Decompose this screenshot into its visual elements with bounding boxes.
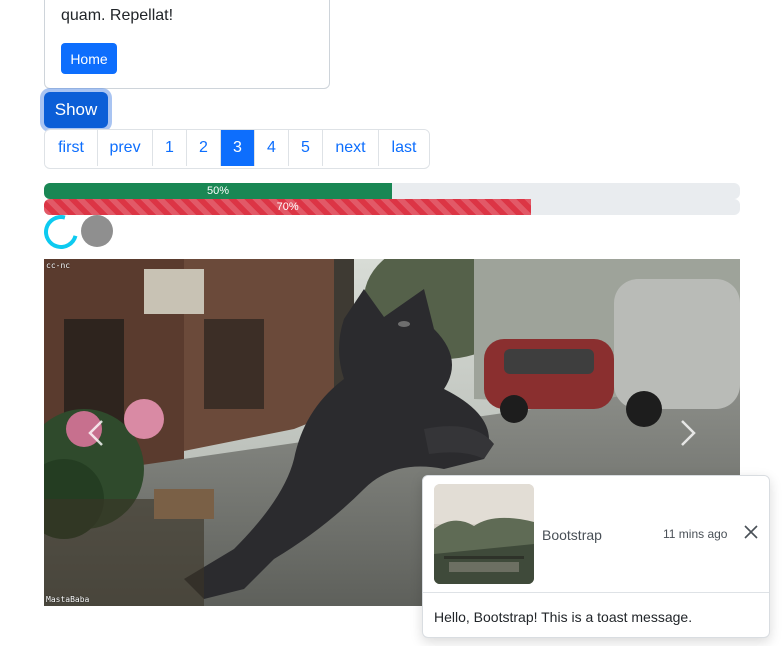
toast: Bootstrap 11 mins ago Hello, Bootstrap! … xyxy=(422,475,770,638)
home-button[interactable]: Home xyxy=(61,43,117,74)
page-1[interactable]: 1 xyxy=(153,130,187,166)
page-4[interactable]: 4 xyxy=(255,130,289,166)
page-3[interactable]: 3 xyxy=(221,130,255,166)
toast-header: Bootstrap 11 mins ago xyxy=(423,476,769,593)
pagination: first prev 1 2 3 4 5 next last xyxy=(44,129,430,169)
chevron-right-icon xyxy=(680,419,696,447)
toast-title: Bootstrap xyxy=(542,527,602,543)
close-icon xyxy=(743,524,759,545)
toast-close-button[interactable] xyxy=(739,522,763,546)
toast-time: 11 mins ago xyxy=(663,527,728,541)
progress-bar-danger: 70% xyxy=(44,199,532,215)
chevron-left-icon xyxy=(88,419,104,447)
progress-bar-success: 50% xyxy=(44,183,392,199)
watermark-top: cc-nc xyxy=(46,261,71,270)
progress-success: 50% xyxy=(44,183,740,199)
page-5[interactable]: 5 xyxy=(289,130,323,166)
card: quam. Repellat! Home xyxy=(44,0,330,89)
page-2[interactable]: 2 xyxy=(187,130,221,166)
progress-danger: 70% xyxy=(44,199,740,215)
spinner-border xyxy=(37,208,85,256)
page-prev[interactable]: prev xyxy=(98,130,153,166)
page-first[interactable]: first xyxy=(45,130,98,166)
toast-thumbnail xyxy=(434,484,534,584)
carousel-prev-button[interactable] xyxy=(76,409,116,457)
carousel-next-button[interactable] xyxy=(668,409,708,457)
toast-body: Hello, Bootstrap! This is a toast messag… xyxy=(434,609,693,625)
page-last[interactable]: last xyxy=(379,130,429,166)
page-next[interactable]: next xyxy=(323,130,379,166)
show-button[interactable]: Show xyxy=(44,92,108,128)
card-text: quam. Repellat! xyxy=(61,7,174,24)
spinner-grow xyxy=(81,215,113,247)
watermark-bottom: MastaBaba xyxy=(46,595,90,604)
